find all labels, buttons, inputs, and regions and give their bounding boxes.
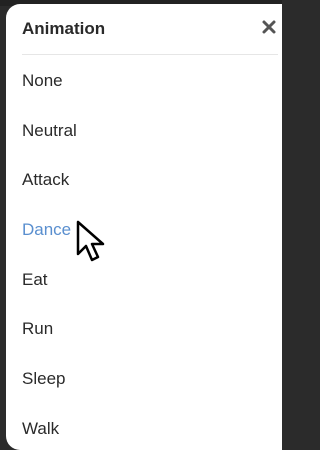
menu-item-attack[interactable]: Attack bbox=[22, 170, 69, 190]
menu-header: Animation bbox=[22, 4, 278, 55]
menu-item-run[interactable]: Run bbox=[22, 319, 53, 339]
menu-item-neutral[interactable]: Neutral bbox=[22, 121, 77, 141]
menu-item-walk[interactable]: Walk bbox=[22, 419, 59, 439]
menu-item-eat[interactable]: Eat bbox=[22, 270, 48, 290]
menu-item-dance[interactable]: Dance bbox=[22, 220, 71, 240]
menu-title: Animation bbox=[22, 19, 106, 38]
close-button[interactable] bbox=[260, 17, 278, 37]
menu-item-sleep[interactable]: Sleep bbox=[22, 369, 65, 389]
close-icon bbox=[262, 20, 276, 34]
menu-item-none[interactable]: None bbox=[22, 71, 63, 91]
animation-menu-panel: Animation None Neutral Attack Dance Eat … bbox=[6, 4, 282, 450]
mouse-cursor-icon bbox=[76, 220, 105, 262]
